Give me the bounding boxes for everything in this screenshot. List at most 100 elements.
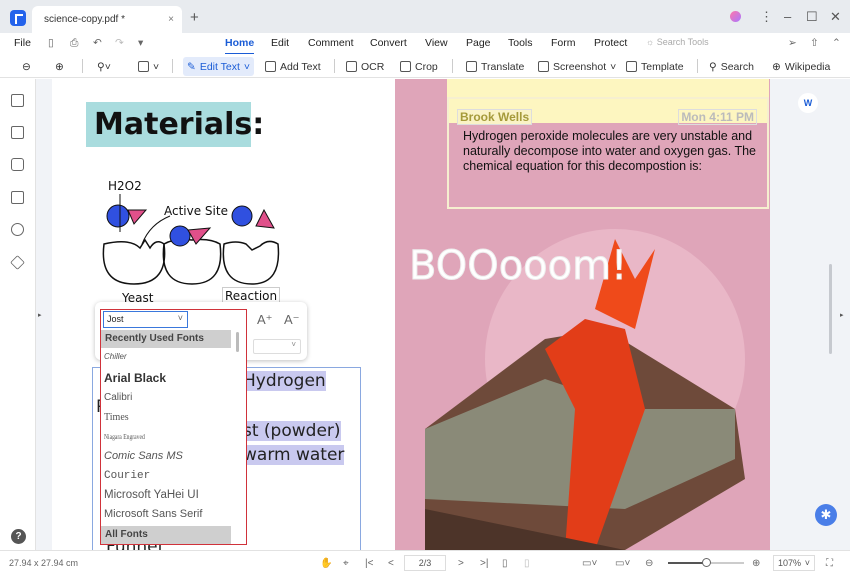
font-option[interactable]: Comic Sans MS (104, 450, 183, 462)
comment-icon[interactable] (11, 158, 24, 171)
font-option[interactable]: Niagara Engraved (104, 432, 145, 441)
expand-panel-icon[interactable]: ▸ (38, 311, 42, 319)
bookmark-icon[interactable] (11, 126, 24, 139)
ocr-button[interactable]: OCR (346, 57, 384, 76)
zoom-in-button[interactable]: ⊕ (55, 57, 64, 76)
font-option[interactable]: Microsoft YaHei UI (104, 489, 199, 501)
close-tab-icon[interactable]: × (168, 14, 174, 25)
minimize-icon[interactable]: – (784, 9, 791, 24)
font-list-scrollbar[interactable] (236, 332, 239, 352)
zoom-in-status-icon[interactable]: ⊕ (752, 558, 760, 569)
avatar[interactable] (730, 11, 741, 22)
last-page-icon[interactable]: >| (480, 558, 488, 569)
left-gutter: ▸ (36, 79, 52, 550)
zoom-out-status-icon[interactable]: ⊖ (645, 558, 653, 569)
note-author: Brook Wells (457, 109, 533, 125)
document-tab[interactable]: science-copy.pdf * × (32, 6, 182, 33)
menu-bar: File ▯ ⎙ ↶ ↷ ▾ Home Edit Comment Convert… (0, 33, 850, 55)
collapse-ribbon-icon[interactable]: ⌃ (832, 37, 841, 49)
quick-access-icon[interactable]: ▾ (138, 37, 143, 49)
font-option[interactable]: Microsoft Sans Serif (104, 508, 202, 520)
line-hydrogen[interactable]: Hydrogen (243, 371, 326, 391)
select-tool-icon[interactable]: ⌖ (343, 558, 349, 569)
decrease-font-size-icon[interactable]: A⁻ (284, 312, 300, 328)
ocr-label: OCR (361, 60, 385, 73)
save-icon[interactable]: ▯ (48, 37, 54, 49)
menu-home[interactable]: Home (225, 37, 255, 55)
attachment-icon[interactable] (11, 191, 24, 204)
chevron-down-icon[interactable]: ˅ (178, 313, 183, 323)
comment-note[interactable]: Brook Wells Mon 4:11 PM Hydrogen peroxid… (447, 97, 769, 209)
note-text[interactable]: Hydrogen peroxide molecules are very uns… (463, 129, 763, 174)
search-panel-icon[interactable] (11, 223, 24, 236)
shape-button[interactable]: ˅ (138, 57, 159, 76)
collapse-right-panel-icon[interactable]: ▸ (840, 311, 844, 319)
font-family-input[interactable]: Jost ˅ (103, 311, 188, 328)
rotate-icon[interactable]: ▯ (502, 558, 508, 569)
font-color-dropdown[interactable]: ˅ (253, 339, 301, 354)
scrollbar[interactable] (829, 264, 832, 354)
menu-tools[interactable]: Tools (508, 37, 533, 49)
translate-icon (466, 61, 477, 72)
increase-font-size-icon[interactable]: A⁺ (257, 312, 273, 328)
thumbnails-icon[interactable] (11, 94, 24, 107)
globe-icon: ⊕ (772, 60, 781, 73)
search-button[interactable]: ⚲ Search (709, 57, 754, 76)
zoom-slider[interactable] (668, 558, 744, 567)
help-icon[interactable]: ? (11, 529, 26, 544)
hand-tool-icon[interactable]: ✋ (320, 558, 332, 569)
line-warm-water[interactable]: warm water (243, 445, 345, 465)
layers-icon[interactable] (10, 255, 25, 270)
menu-comment[interactable]: Comment (308, 37, 354, 49)
crop-button[interactable]: Crop (400, 57, 438, 76)
highlight-button[interactable]: ⚲˅ (97, 57, 111, 76)
search-tools[interactable]: ☼ Search Tools (646, 37, 709, 47)
font-option[interactable]: Calibri (104, 392, 132, 403)
fit-page-icon[interactable]: ▯ (524, 558, 530, 569)
menu-form[interactable]: Form (551, 37, 576, 49)
zoom-out-button[interactable]: ⊖ (22, 57, 31, 76)
font-option[interactable]: Courier (104, 470, 150, 482)
ai-assistant-icon[interactable]: ✱ (815, 504, 837, 526)
font-family-dropdown[interactable]: Jost ˅ Recently Used Fonts Chiller Arial … (100, 309, 247, 545)
font-option[interactable]: Arial Black (104, 371, 166, 385)
font-option[interactable]: Times (104, 412, 129, 423)
redo-icon[interactable]: ↷ (115, 37, 124, 49)
maximize-icon[interactable]: ☐ (806, 9, 818, 25)
undo-icon[interactable]: ↶ (93, 37, 102, 49)
file-menu[interactable]: File (14, 37, 31, 49)
menu-page[interactable]: Page (466, 37, 491, 49)
add-text-button[interactable]: Add Text (265, 57, 321, 76)
menu-convert[interactable]: Convert (370, 37, 407, 49)
first-page-icon[interactable]: |< (365, 558, 373, 569)
upload-cloud-icon[interactable]: ⇧ (810, 37, 819, 49)
new-tab-button[interactable]: + (190, 9, 199, 26)
wikipedia-button[interactable]: ⊕ Wikipedia (772, 57, 830, 76)
next-page-icon[interactable]: > (458, 558, 464, 569)
zoom-value: 107% (778, 558, 802, 568)
template-button[interactable]: Template (626, 57, 684, 76)
menu-view[interactable]: View (425, 37, 448, 49)
template-label: Template (641, 60, 684, 73)
menu-edit[interactable]: Edit (271, 37, 289, 49)
font-option[interactable]: Chiller (104, 352, 127, 361)
prev-page-icon[interactable]: < (388, 558, 394, 569)
print-icon[interactable]: ⎙ (70, 37, 78, 50)
translate-button[interactable]: Translate (466, 57, 524, 76)
edit-text-button[interactable]: ✎ Edit Text ˅ (183, 57, 255, 76)
zoom-dropdown[interactable]: 107% ˅ (773, 555, 815, 571)
more-icon[interactable]: ⋮ (760, 9, 773, 25)
menu-protect[interactable]: Protect (594, 37, 627, 49)
template-icon (626, 61, 637, 72)
screenshot-button[interactable]: Screenshot ˅ (538, 57, 616, 76)
page-input[interactable]: 2/3 (404, 555, 446, 571)
close-window-icon[interactable]: ✕ (830, 9, 841, 25)
zoom-slider-handle[interactable] (702, 558, 711, 567)
line-yeast-powder[interactable]: st (powder) (243, 421, 341, 441)
page-layout-icon[interactable]: ▭˅ (582, 558, 597, 569)
fullscreen-icon[interactable]: ⛶ (826, 558, 833, 569)
screenshot-label: Screenshot (553, 60, 607, 73)
send-icon[interactable]: ➢ (788, 37, 797, 49)
presentation-icon[interactable]: ▭˅ (615, 558, 630, 569)
translate-float-icon[interactable]: W (798, 93, 818, 113)
